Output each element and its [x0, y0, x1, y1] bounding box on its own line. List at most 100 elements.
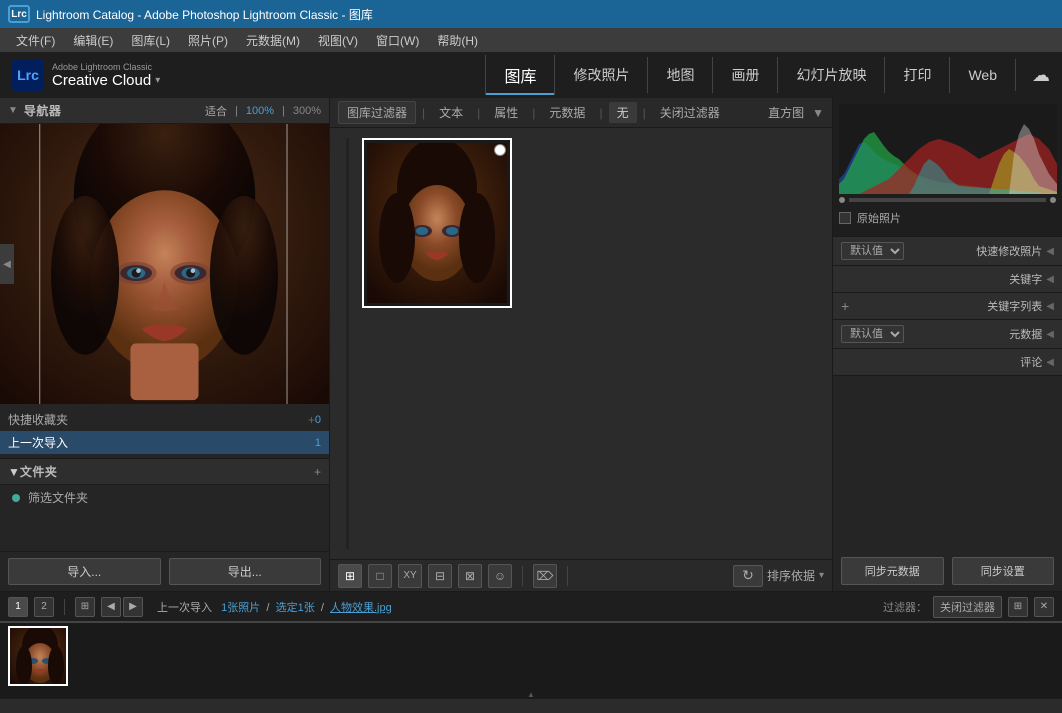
menu-view[interactable]: 视图(V) [310, 30, 366, 51]
keyword-list-expand-icon[interactable]: ◀ [1046, 301, 1054, 312]
metadata-preset[interactable]: 默认值 [841, 325, 904, 343]
last-import-item[interactable]: 上一次导入 1 [0, 431, 329, 454]
filmstrip-page1[interactable]: 1 [8, 597, 28, 617]
cloud-icon[interactable]: ☁ [1032, 65, 1050, 86]
metadata-expand-icon[interactable]: ◀ [1046, 329, 1054, 340]
keyword-list-plus[interactable]: + [841, 298, 849, 314]
filter-options-btn[interactable]: ⊞ [1008, 597, 1028, 617]
toolbar-delete-btn[interactable]: ⌦ [533, 564, 557, 588]
tab-map[interactable]: 地图 [648, 57, 713, 93]
brand-row: Creative Cloud ▾ [52, 72, 160, 89]
hist-slider-left-dot[interactable] [839, 197, 845, 203]
export-button[interactable]: 导出... [169, 558, 322, 585]
menu-window[interactable]: 窗口(W) [368, 30, 427, 51]
zoom-100[interactable]: 100% [246, 105, 274, 117]
filter-right: 直方图 ▼ [768, 104, 824, 121]
left-panel: ▼ 导航器 适合 | 100% | 300% [0, 98, 330, 591]
tab-slideshow[interactable]: 幻灯片放映 [778, 57, 885, 93]
adobe-text: Adobe Lightroom Classic [52, 62, 160, 72]
hist-slider-right-dot[interactable] [1050, 197, 1056, 203]
filter-label[interactable]: 图库过滤器 [338, 101, 416, 124]
filmstrip-next[interactable]: ▶ [123, 597, 143, 617]
filmstrip-thumb-1[interactable] [8, 626, 68, 686]
quick-develop-preset[interactable]: 默认值 [841, 242, 904, 260]
filter-meta[interactable]: 元数据 [541, 102, 593, 123]
import-button[interactable]: 导入... [8, 558, 161, 585]
sort-dropdown-icon[interactable]: ▾ [819, 570, 824, 581]
menu-library[interactable]: 图库(L) [123, 30, 178, 51]
tab-book[interactable]: 画册 [713, 57, 778, 93]
menu-edit[interactable]: 编辑(E) [65, 30, 121, 51]
histogram-collapse-icon[interactable]: ▼ [812, 106, 824, 120]
folders-collapse-icon[interactable]: ▼ [8, 465, 20, 479]
keyword-list-header[interactable]: + 关键字列表 ◀ [833, 293, 1062, 319]
quick-develop-header[interactable]: 默认值 快速修改照片 ◀ [833, 237, 1062, 265]
bottom-expand-icon: ▲ [527, 690, 535, 699]
toolbar-face-btn[interactable]: ☺ [488, 564, 512, 588]
navigator-collapse-icon[interactable]: ▼ [8, 105, 18, 116]
filter-label-text: 过滤器： [883, 599, 927, 615]
zoom-300[interactable]: 300% [293, 105, 321, 117]
quick-develop-expand-icon[interactable]: ◀ [1046, 246, 1054, 257]
orig-photo-checkbox[interactable] [839, 212, 851, 224]
filter-status-badge[interactable]: 关闭过滤器 [933, 596, 1002, 618]
filmstrip-page2[interactable]: 2 [34, 597, 54, 617]
comments-header[interactable]: 评论 ◀ [833, 349, 1062, 375]
keywords-expand-icon[interactable]: ◀ [1046, 274, 1054, 285]
keywords-header[interactable]: 关键字 ◀ [833, 266, 1062, 292]
title-bar: Lrc Lightroom Catalog - Adobe Photoshop … [0, 0, 1062, 28]
filmstrip-filter-area: 过滤器： 关闭过滤器 ⊞ ✕ [883, 596, 1054, 618]
sync-settings-button[interactable]: 同步设置 [952, 557, 1055, 585]
center-panel: 图库过滤器 | 文本 | 属性 | 元数据 | 无 | 关闭过滤器 直方图 ▼ [330, 98, 832, 591]
filter-close[interactable]: 关闭过滤器 [652, 102, 728, 123]
hist-slider-track[interactable] [849, 198, 1046, 202]
grid-item-1[interactable] [362, 138, 512, 308]
orig-photo-row: 原始照片 [839, 206, 1056, 230]
menu-metadata[interactable]: 元数据(M) [238, 30, 308, 51]
breadcrumb-filename[interactable]: 人物效果.jpg [330, 602, 392, 614]
toolbar-loupe-btn[interactable]: □ [368, 564, 392, 588]
menu-file[interactable]: 文件(F) [8, 30, 63, 51]
sync-buttons: 同步元数据 同步设置 [833, 551, 1062, 591]
filter-text[interactable]: 文本 [431, 102, 471, 123]
fit-control[interactable]: 适合 [205, 103, 227, 119]
menu-help[interactable]: 帮助(H) [429, 30, 486, 51]
filter-attr[interactable]: 属性 [486, 102, 526, 123]
comments-expand-icon[interactable]: ◀ [1046, 357, 1054, 368]
tab-web[interactable]: Web [950, 59, 1016, 91]
filmstrip-grid-icon[interactable]: ⊞ [75, 597, 95, 617]
filter-none[interactable]: 无 [609, 102, 637, 123]
grid-area[interactable] [330, 128, 832, 559]
filmstrip-header: 1 2 ⊞ ◀ ▶ 上一次导入 1张照片 / 选定1张 / 人物效果.jpg 过… [0, 591, 1062, 621]
grid-left-border [340, 138, 354, 549]
tab-develop[interactable]: 修改照片 [555, 57, 648, 93]
quick-collections-item[interactable]: 快捷收藏夹 + 0 [0, 408, 329, 431]
folders-plus[interactable]: + [314, 465, 321, 479]
filmstrip-prev[interactable]: ◀ [101, 597, 121, 617]
left-panel-collapse-arrow[interactable]: ◀ [0, 244, 14, 284]
sort-label[interactable]: 排序依据 [767, 567, 815, 584]
filter-close-btn[interactable]: ✕ [1034, 597, 1054, 617]
quick-collections-plus[interactable]: + [308, 413, 315, 427]
lrc-logo: Lrc [12, 59, 44, 91]
quick-develop-title: 快速修改照片 [904, 243, 1042, 259]
sort-cycle-icon[interactable]: ↻ [733, 565, 763, 587]
sync-metadata-button[interactable]: 同步元数据 [841, 557, 944, 585]
histogram-area: 原始照片 [833, 98, 1062, 237]
bottom-expand[interactable]: ▲ [0, 689, 1062, 699]
menu-photo[interactable]: 照片(P) [180, 30, 236, 51]
toolbar-grid-btn[interactable]: ⊞ [338, 564, 362, 588]
toolbar-sep1 [522, 566, 523, 586]
brand-dropdown-icon[interactable]: ▾ [155, 75, 160, 86]
toolbar-compare-btn[interactable]: XY [398, 564, 422, 588]
toolbar-multi-btn[interactable]: ⊟ [428, 564, 452, 588]
folder-item[interactable]: 筛选文件夹 [0, 485, 329, 510]
folders-title: 文件夹 [20, 463, 314, 480]
toolbar-survey-btn[interactable]: ⊠ [458, 564, 482, 588]
tab-library[interactable]: 图库 [485, 55, 555, 95]
metadata-header[interactable]: 默认值 元数据 ◀ [833, 320, 1062, 348]
lrc-badge: Lrc [8, 5, 30, 23]
menu-bar: 文件(F) 编辑(E) 图库(L) 照片(P) 元数据(M) 视图(V) 窗口(… [0, 28, 1062, 52]
tab-print[interactable]: 打印 [885, 57, 950, 93]
histogram-canvas [839, 104, 1057, 194]
